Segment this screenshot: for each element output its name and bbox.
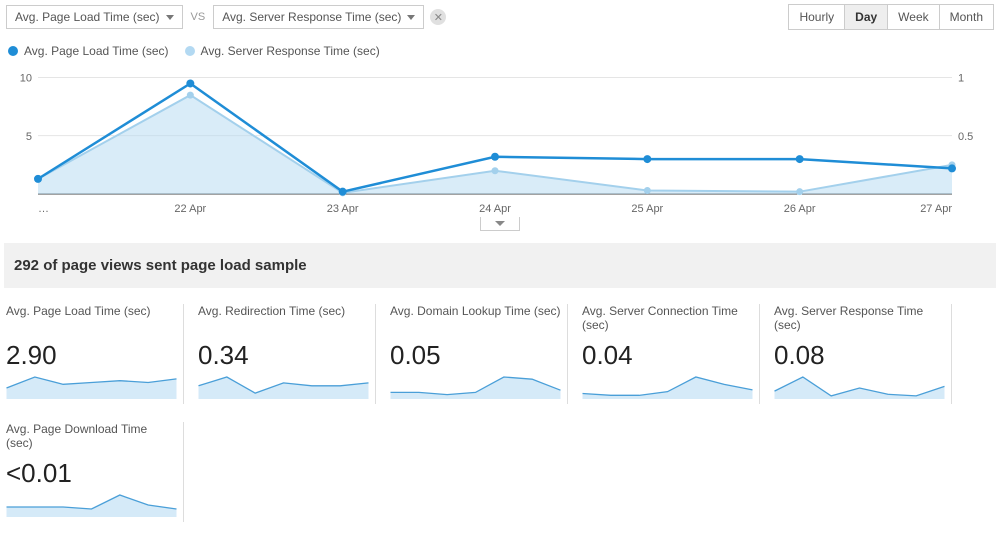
line-chart-svg: 5 10 0.5 1 … 22 Apr 23 Apr 24 Apr 25 Apr 26 Apr 27… [8, 58, 992, 218]
metric-value: 0.04 [582, 336, 753, 373]
toolbar: Avg. Page Load Time (sec) VS Avg. Server… [0, 0, 1000, 34]
svg-text:…: … [38, 203, 49, 215]
legend-item-series2[interactable]: Avg. Server Response Time (sec) [185, 44, 380, 58]
metric-card[interactable]: Avg. Server Response Time (sec)0.08 [772, 300, 954, 408]
legend-dot-icon [8, 46, 18, 56]
metric-label: Avg. Redirection Time (sec) [198, 304, 369, 336]
range-day-button[interactable]: Day [844, 4, 887, 30]
range-month-button[interactable]: Month [939, 4, 994, 30]
metric-card[interactable]: Avg. Redirection Time (sec)0.34 [196, 300, 378, 408]
metric1-dropdown[interactable]: Avg. Page Load Time (sec) [6, 5, 183, 29]
metric-value: 2.90 [6, 336, 177, 373]
vs-label: VS [187, 11, 210, 23]
metric1-label: Avg. Page Load Time (sec) [15, 10, 160, 24]
svg-text:10: 10 [20, 73, 32, 85]
main-chart: 5 10 0.5 1 … 22 Apr 23 Apr 24 Apr 25 Apr 26 Apr 27… [0, 58, 1000, 231]
metric-card[interactable]: Avg. Page Load Time (sec)2.90 [4, 300, 186, 408]
sparkline [198, 373, 369, 401]
metric-card[interactable]: Avg. Domain Lookup Time (sec)0.05 [388, 300, 570, 408]
legend-label: Avg. Page Load Time (sec) [24, 44, 169, 58]
range-hourly-button[interactable]: Hourly [788, 4, 844, 30]
svg-text:23 Apr: 23 Apr [327, 203, 359, 215]
range-week-button[interactable]: Week [887, 4, 938, 30]
metric-value: 0.05 [390, 336, 561, 373]
close-icon: ✕ [434, 11, 443, 24]
metric-value: 0.08 [774, 336, 945, 373]
sparkline [390, 373, 561, 401]
svg-text:25 Apr: 25 Apr [631, 203, 663, 215]
svg-text:0.5: 0.5 [958, 131, 973, 143]
svg-text:22 Apr: 22 Apr [174, 203, 206, 215]
metric-label: Avg. Page Download Time (sec) [6, 422, 177, 454]
sparkline [774, 373, 945, 401]
metric2-dropdown[interactable]: Avg. Server Response Time (sec) [213, 5, 424, 29]
chevron-down-icon [407, 15, 415, 20]
sparkline [6, 491, 177, 519]
sample-summary: 292 of page views sent page load sample [4, 243, 996, 288]
metric-value: 0.34 [198, 336, 369, 373]
svg-text:1: 1 [958, 73, 964, 85]
chart-legend: Avg. Page Load Time (sec) Avg. Server Re… [0, 34, 1000, 58]
metric-value: <0.01 [6, 454, 177, 491]
svg-text:26 Apr: 26 Apr [784, 203, 816, 215]
metric-label: Avg. Server Response Time (sec) [774, 304, 945, 336]
metric-card[interactable]: Avg. Server Connection Time (sec)0.04 [580, 300, 762, 408]
svg-text:5: 5 [26, 131, 32, 143]
metric-grid: Avg. Page Load Time (sec)2.90Avg. Redire… [0, 300, 1000, 536]
legend-dot-icon [185, 46, 195, 56]
clear-compare-button[interactable]: ✕ [430, 9, 446, 25]
chart-expand-handle[interactable] [480, 217, 520, 231]
metric-card[interactable]: Avg. Page Download Time (sec)<0.01 [4, 418, 186, 526]
metric-label: Avg. Page Load Time (sec) [6, 304, 177, 336]
chevron-down-icon [166, 15, 174, 20]
sparkline [6, 373, 177, 401]
toolbar-left: Avg. Page Load Time (sec) VS Avg. Server… [6, 5, 446, 29]
svg-text:24 Apr: 24 Apr [479, 203, 511, 215]
legend-item-series1[interactable]: Avg. Page Load Time (sec) [8, 44, 169, 58]
time-range-group: HourlyDayWeekMonth [788, 4, 994, 30]
metric-label: Avg. Server Connection Time (sec) [582, 304, 753, 336]
sparkline [582, 373, 753, 401]
metric-label: Avg. Domain Lookup Time (sec) [390, 304, 561, 336]
legend-label: Avg. Server Response Time (sec) [201, 44, 380, 58]
metric2-label: Avg. Server Response Time (sec) [222, 10, 401, 24]
chevron-down-icon [495, 221, 505, 226]
svg-text:27 Apr: 27 Apr [920, 203, 952, 215]
